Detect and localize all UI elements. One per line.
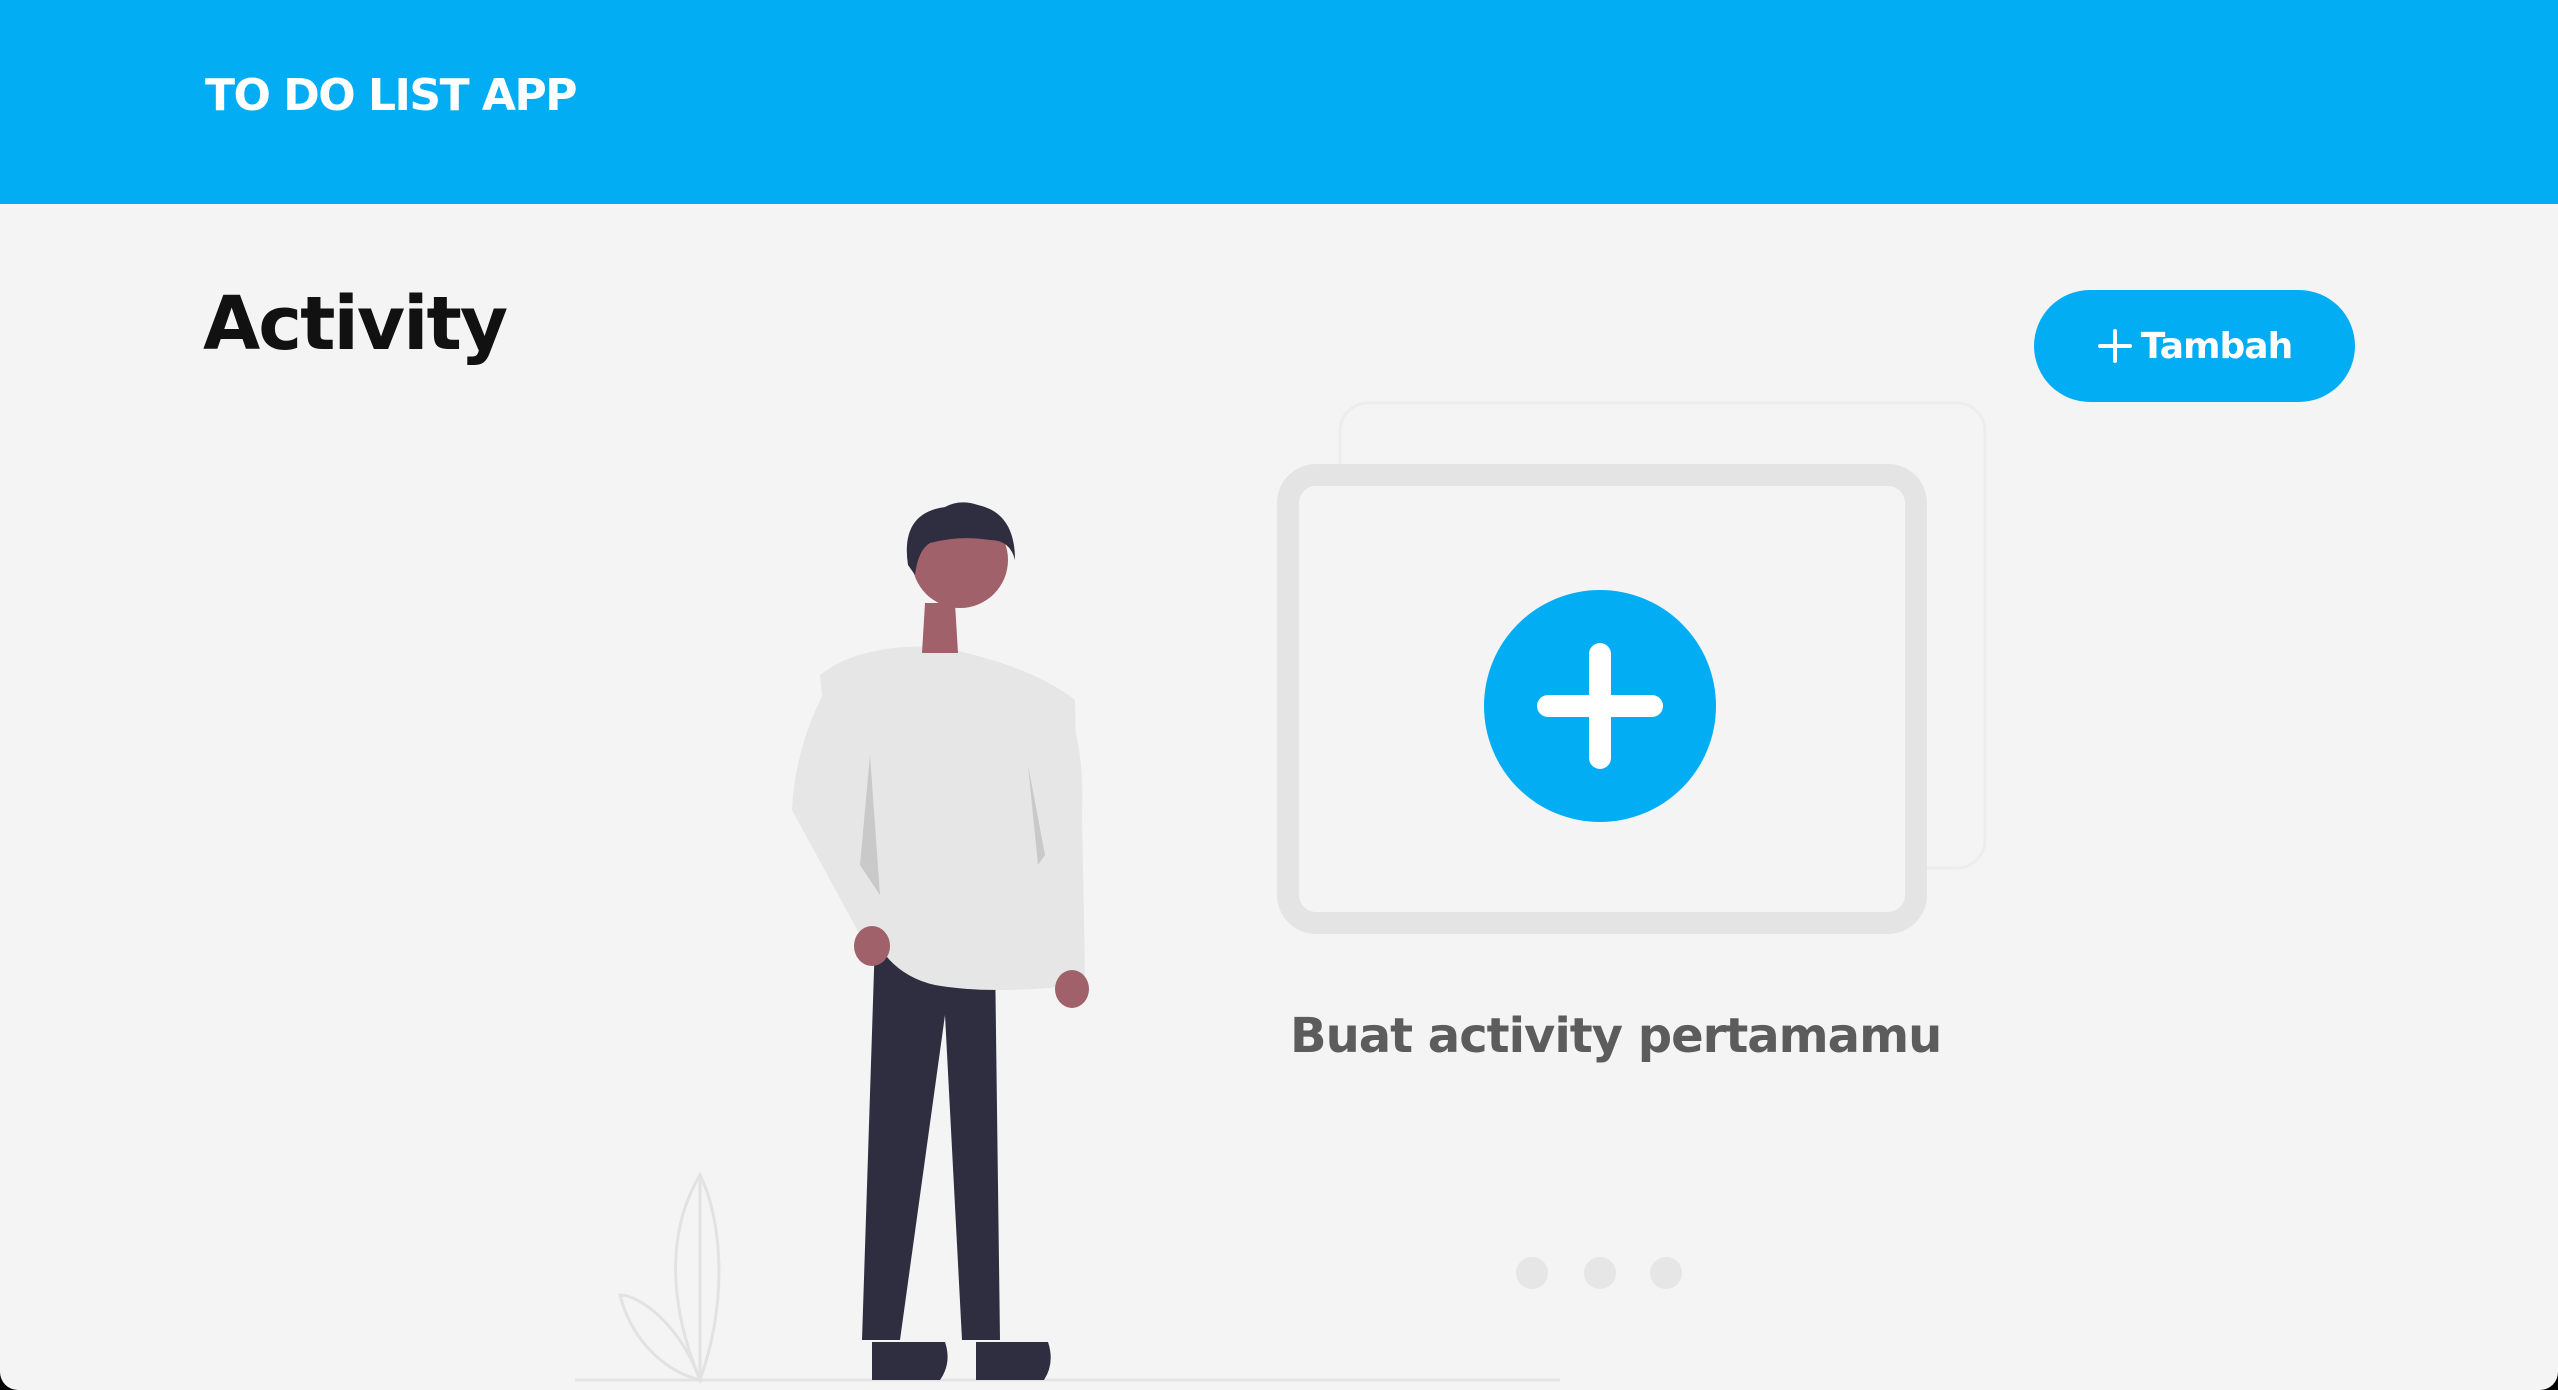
plant-icon	[618, 1171, 721, 1385]
plus-icon	[2097, 328, 2133, 364]
app-title: TO DO LIST APP	[205, 70, 577, 121]
person-illustration	[792, 502, 1089, 1380]
app-window: TO DO LIST APP Activity Tambah Buat acti…	[0, 0, 2558, 1390]
carousel-dot	[1650, 1257, 1682, 1289]
empty-state-message: Buat activity pertamamu	[1290, 1008, 1942, 1064]
page-title: Activity	[203, 281, 508, 367]
plus-circle-icon	[1484, 590, 1716, 822]
empty-state-illustration[interactable]	[560, 395, 2020, 1390]
carousel-dot	[1584, 1257, 1616, 1289]
add-activity-button[interactable]: Tambah	[2034, 290, 2355, 402]
carousel-dot	[1516, 1257, 1548, 1289]
add-activity-label: Tambah	[2140, 325, 2293, 367]
top-header: TO DO LIST APP	[0, 0, 2558, 204]
